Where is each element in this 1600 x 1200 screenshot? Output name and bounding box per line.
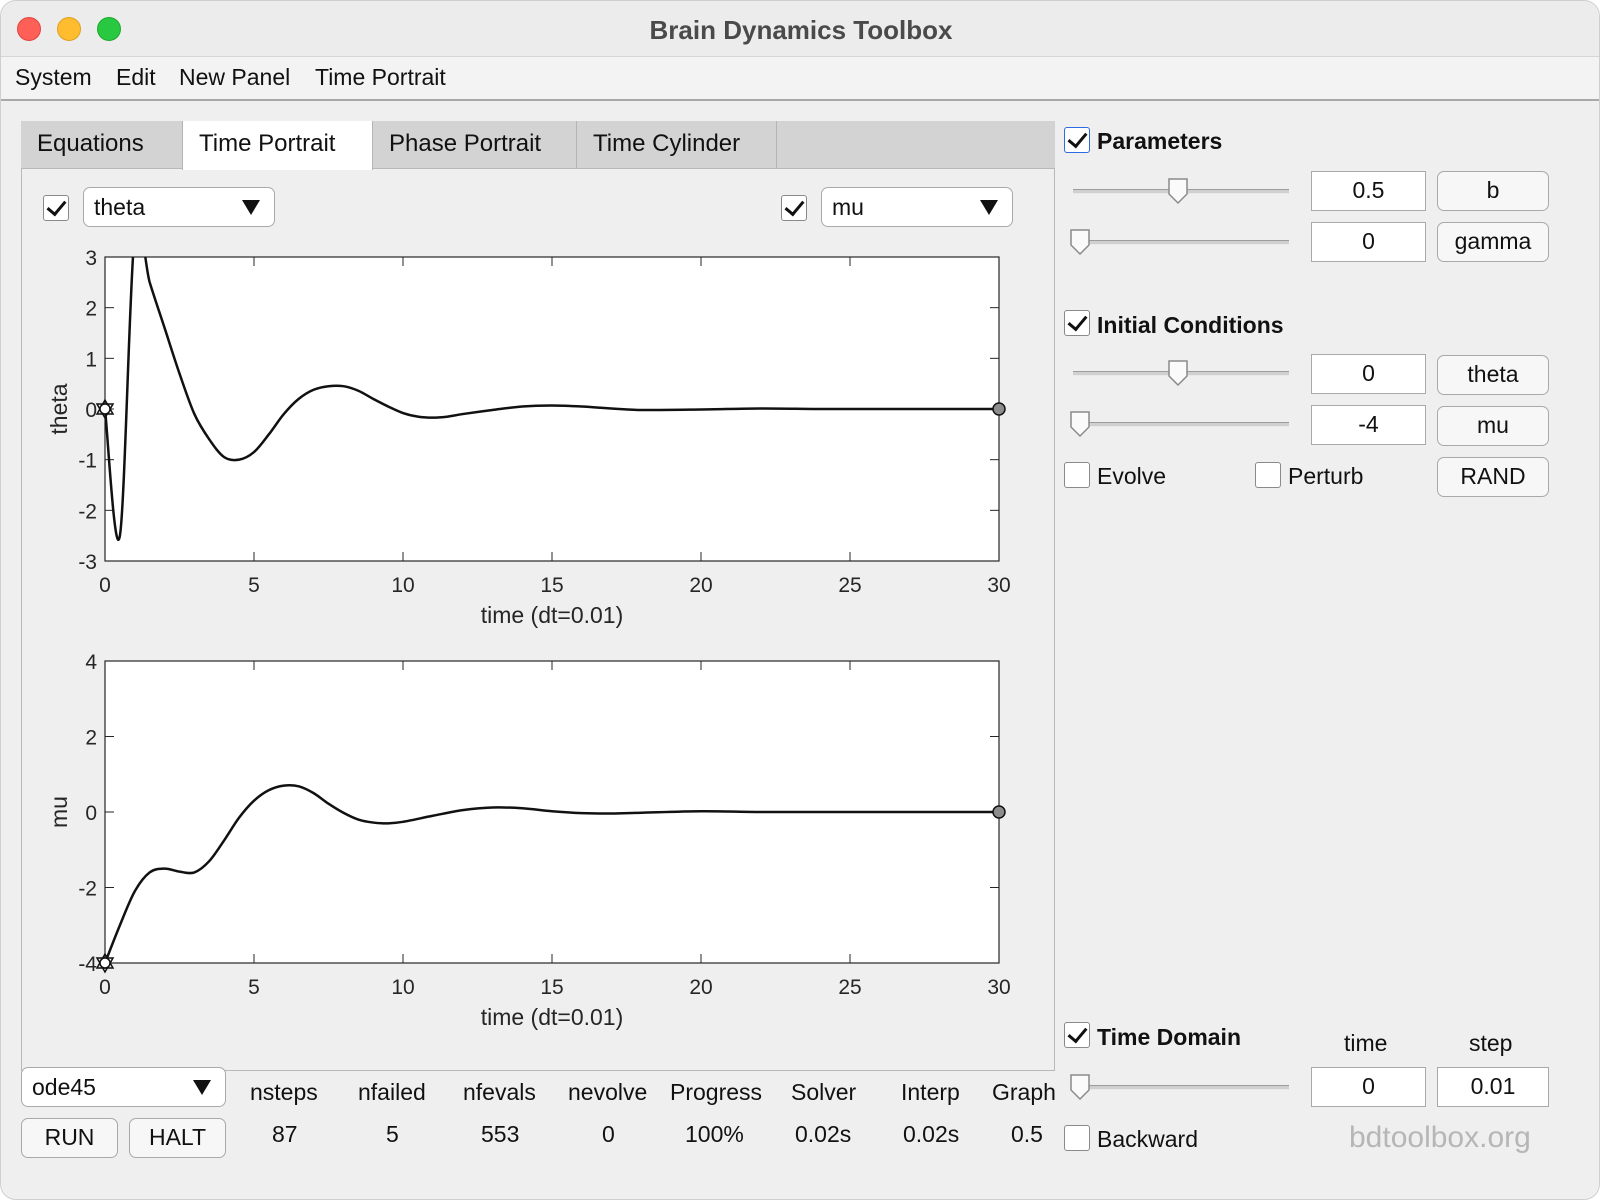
param-gamma-value[interactable]: 0 [1311,222,1426,262]
param-gamma-slider[interactable] [1069,228,1289,256]
stat-value-nfailed: 5 [386,1121,399,1147]
stat-value-solver: 0.02s [795,1121,852,1147]
time-header: time [1344,1030,1388,1056]
time-domain-title: Time Domain [1097,1024,1241,1050]
time-portrait-plots: 0 5 10 15 20 25 303210-1-2-3time (dt=0.01)thet… [46,247,1011,1030]
y-tick-label: -2 [78,878,97,901]
x-tick-label: 30 [987,574,1010,597]
y-tick-label: 3 [85,247,97,270]
y-tick-label: -2 [78,500,97,523]
y-tick-label: -1 [78,450,97,473]
end-point-marker [992,402,1006,416]
parameters-checkbox[interactable] [1064,127,1090,153]
parameters-title: Parameters [1097,128,1223,154]
evolve-checkbox[interactable] [1064,462,1090,488]
ic-theta-slider[interactable] [1069,359,1289,387]
stat-header-progress: Progress [670,1079,763,1105]
stat-value-nevolve: 0 [602,1121,615,1147]
perturb-label: Perturb [1288,463,1364,489]
y-tick-label: -4 [78,953,97,976]
stat-value-nfevals: 553 [481,1121,520,1147]
solver-stats: nsteps nfailed nfevals nevolve Progress … [241,1071,1055,1171]
ic-theta-value[interactable]: 0 [1311,354,1426,394]
watermark: bdtoolbox.org [1349,1121,1531,1154]
y-tick-label: 0 [85,399,97,422]
x-tick-label: 20 [689,976,712,999]
step-header: step [1469,1030,1513,1056]
y-tick-label: 4 [85,651,97,674]
slider-track [1073,240,1289,245]
start-point-marker [99,403,111,415]
slider-thumb-icon[interactable] [1069,1073,1093,1101]
x-tick-label: 5 [248,574,260,597]
param-b-button[interactable]: b [1437,171,1549,211]
y-axis-label: theta [46,383,72,434]
ic-theta-button[interactable]: theta [1437,355,1549,395]
stat-header-nevolve: nevolve [568,1079,648,1105]
end-point-marker [992,805,1006,819]
solver-dropdown[interactable]: ode45 [21,1067,226,1107]
x-tick-label: 0 [99,574,111,597]
stat-header-graph: Graph [992,1079,1055,1105]
y-tick-label: 1 [85,348,97,371]
stat-header-nfevals: nfevals [463,1079,536,1105]
y-tick-label: 2 [85,727,97,750]
x-tick-label: 15 [540,976,563,999]
stat-header-solver: Solver [791,1079,857,1105]
slider-track [1073,422,1289,427]
time-value[interactable]: 0 [1311,1067,1426,1107]
initial-conditions-checkbox[interactable] [1064,310,1090,336]
backward-checkbox[interactable] [1064,1125,1090,1151]
ic-mu-button[interactable]: mu [1437,406,1549,446]
time-domain-slider[interactable] [1069,1073,1289,1101]
x-axis-label: time (dt=0.01) [481,602,624,628]
x-tick-label: 10 [391,976,414,999]
x-tick-label: 25 [838,574,861,597]
time-domain-checkbox[interactable] [1064,1022,1090,1048]
start-point-marker [99,957,111,969]
evolve-label: Evolve [1097,463,1167,489]
stat-header-interp: Interp [901,1079,960,1105]
param-b-value[interactable]: 0.5 [1311,171,1426,211]
stat-value-interp: 0.02s [903,1121,960,1147]
x-tick-label: 10 [391,574,414,597]
stat-value-graph: 0.5 [1011,1121,1043,1147]
param-gamma-button[interactable]: gamma [1437,222,1549,262]
chevron-down-icon [193,1080,211,1095]
y-tick-label: 0 [85,802,97,825]
run-button[interactable]: RUN [21,1118,118,1158]
x-tick-label: 20 [689,574,712,597]
y-tick-label: -3 [78,551,97,574]
stat-value-nsteps: 87 [272,1121,298,1147]
slider-thumb-icon[interactable] [1069,228,1093,256]
slider-thumb-icon[interactable] [1167,359,1191,387]
stat-value-progress: 100% [685,1121,744,1147]
slider-track [1073,1085,1289,1090]
slider-thumb-icon[interactable] [1069,410,1093,438]
backward-label: Backward [1097,1126,1198,1152]
step-value[interactable]: 0.01 [1437,1067,1549,1107]
x-tick-label: 25 [838,976,861,999]
y-axis-label: mu [46,796,72,828]
perturb-checkbox[interactable] [1255,462,1281,488]
x-tick-label: 5 [248,976,260,999]
stat-header-nsteps: nsteps [250,1079,318,1105]
ic-mu-value[interactable]: -4 [1311,405,1426,445]
stat-header-nfailed: nfailed [358,1079,426,1105]
slider-thumb-icon[interactable] [1167,177,1191,205]
halt-button[interactable]: HALT [129,1118,226,1158]
rand-button[interactable]: RAND [1437,457,1549,497]
x-axis-label: time (dt=0.01) [481,1004,624,1030]
param-b-slider[interactable] [1069,177,1289,205]
app-window: Brain Dynamics Toolbox System Edit New P… [0,0,1600,1200]
x-tick-label: 0 [99,976,111,999]
x-tick-label: 30 [987,976,1010,999]
solver-value: ode45 [32,1074,96,1100]
x-tick-label: 15 [540,574,563,597]
initial-conditions-title: Initial Conditions [1097,312,1284,338]
ic-mu-slider[interactable] [1069,410,1289,438]
y-tick-label: 2 [85,298,97,321]
